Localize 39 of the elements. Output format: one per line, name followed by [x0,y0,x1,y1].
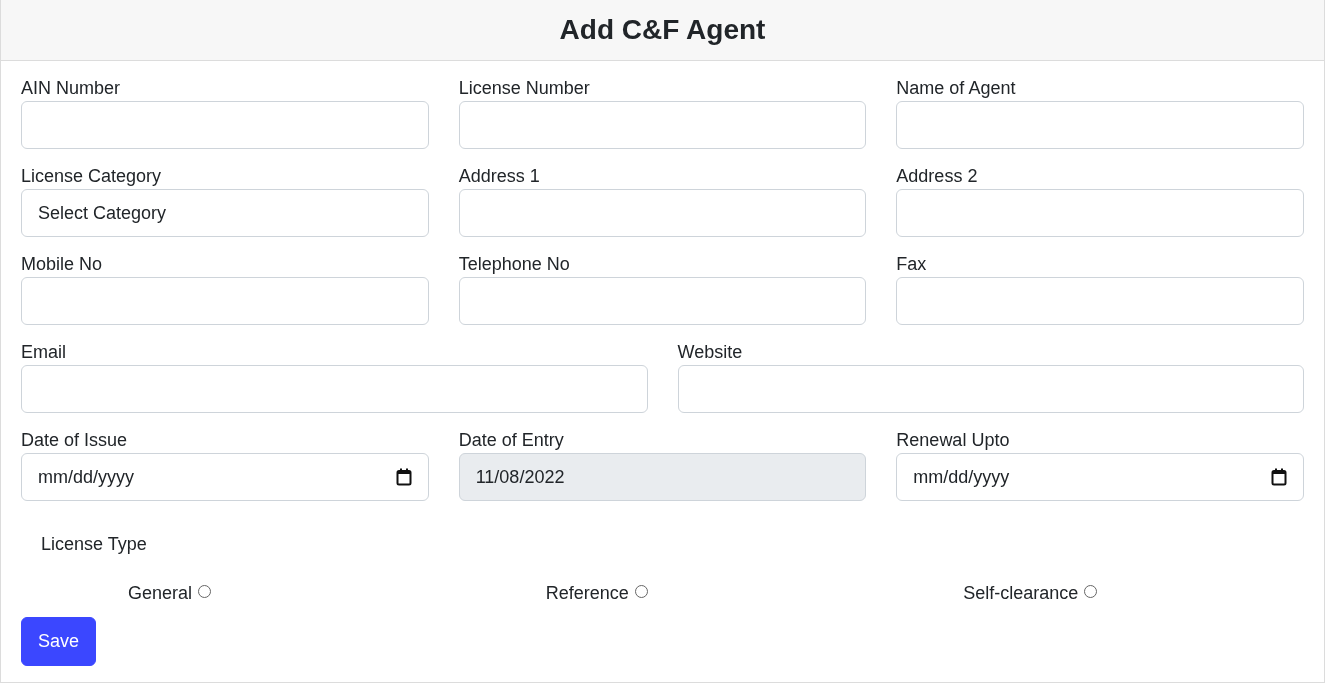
field-label: Date of Issue [21,429,129,451]
radio-button[interactable] [1084,585,1098,598]
save-button[interactable]: Save [21,617,97,666]
field-label: License Category [21,165,163,187]
text-input-field[interactable] [896,189,1304,237]
text-input-field[interactable] [896,277,1304,325]
field-label: Website [677,341,744,363]
field-label: Renewal Upto [896,429,1011,451]
text-input-field[interactable] [896,101,1304,149]
text-input-field[interactable] [458,277,867,325]
field-label: Address 1 [458,165,541,187]
field-label: Date of Entry [458,429,565,451]
radio-label: Self-clearance [963,582,1079,605]
field-label: AIN Number [21,77,122,99]
text-input-field[interactable] [677,365,1304,413]
category-select[interactable]: Select Category [21,189,429,237]
radio-label: Reference [545,582,629,605]
text-input-field[interactable] [458,189,867,237]
calendar-icon[interactable] [395,468,412,486]
text-input-field[interactable] [21,101,429,149]
date-input-field: 11/08/2022 [458,453,867,501]
field-label: Mobile No [21,253,104,275]
radio-button[interactable] [198,585,212,598]
text-input-field[interactable] [458,101,867,149]
field-label: Fax [896,253,928,275]
radio-label: General [128,582,193,605]
date-input-field[interactable]: mm/dd/yyyy [896,453,1304,501]
text-input-field[interactable] [21,277,429,325]
field-label: Address 2 [896,165,979,187]
radio-button[interactable] [634,585,648,598]
date-input-field[interactable]: mm/dd/yyyy [21,453,429,501]
field-label: Name of Agent [896,77,1017,99]
form-title: Add C&F Agent [559,13,766,47]
field-label: License Number [458,77,591,99]
calendar-icon[interactable] [1271,468,1287,486]
field-label: Email [21,341,67,363]
license-type-label: License Type [41,533,148,556]
field-label: Telephone No [458,253,571,275]
text-input-field[interactable] [21,365,648,413]
